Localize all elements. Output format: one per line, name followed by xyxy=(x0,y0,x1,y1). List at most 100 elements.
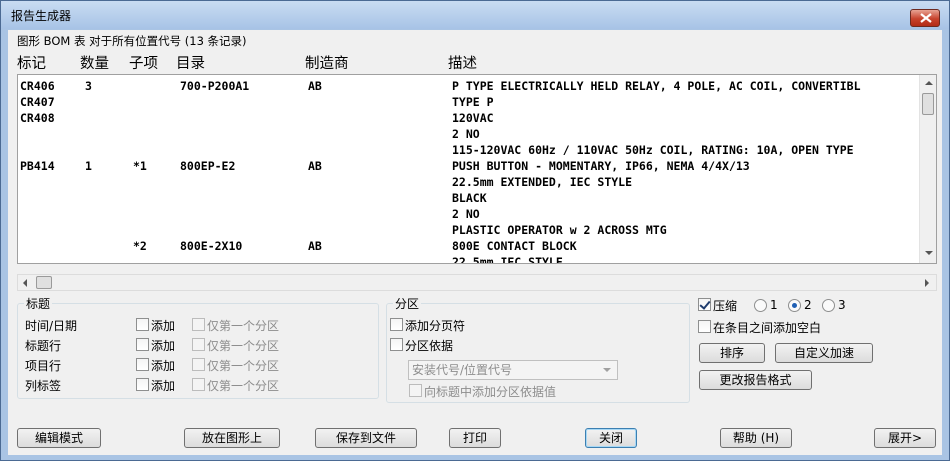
compress-radio-2-label[interactable]: 2 xyxy=(804,298,812,312)
cell-subitem: *2 xyxy=(133,239,147,253)
cell-tag: PB414 xyxy=(20,159,55,173)
list-row[interactable]: *2 800E-2X10 AB 800E CONTACT BLOCK xyxy=(18,239,918,255)
list-row[interactable]: PB414 1 *1 800EP-E2 AB PUSH BUTTON - MOMENTAR… xyxy=(18,159,918,175)
project-row-label: 项目行 xyxy=(25,359,62,373)
list-row[interactable]: 2 NO xyxy=(18,127,918,143)
cell-manufacturer: AB xyxy=(308,239,322,253)
cell-description: P TYPE ELECTRICALLY HELD RELAY, 4 POLE, … xyxy=(452,79,861,93)
close-button[interactable]: 关闭 xyxy=(585,428,637,448)
scroll-left-icon[interactable] xyxy=(23,279,27,287)
section-group-label: 分区 xyxy=(393,295,422,312)
edit-mode-button[interactable]: 编辑模式 xyxy=(17,428,101,448)
add-section-value-label: 向标题中添加分区依据值 xyxy=(424,385,557,399)
report-subtitle: 图形 BOM 表 对于所有位置代号 (13 条记录) xyxy=(17,34,247,48)
sort-button[interactable]: 排序 xyxy=(699,343,765,363)
datetime-label: 时间/日期 xyxy=(25,319,78,333)
cell-description: 2 NO xyxy=(452,127,480,141)
cell-catalog: 800EP-E2 xyxy=(180,159,236,173)
section-by-label[interactable]: 分区依据 xyxy=(405,337,453,354)
add-page-break-label[interactable]: 添加分页符 xyxy=(405,317,465,334)
list-row[interactable]: CR406 3 700-P200A1 AB P TYPE ELECTRICALLY HE… xyxy=(18,79,918,95)
cell-description: PLASTIC OPERATOR w 2 ACROSS MTG xyxy=(452,223,667,237)
add-page-break-checkbox[interactable] xyxy=(390,318,403,331)
scroll-down-icon[interactable] xyxy=(925,251,933,255)
title-bar[interactable]: 报告生成器 xyxy=(1,1,949,29)
project-row-first-only-checkbox[interactable] xyxy=(192,358,205,371)
column-header-catalog: 目录 xyxy=(176,56,205,72)
compress-radio-2[interactable] xyxy=(788,299,801,312)
datetime-add-label[interactable]: 添加 xyxy=(151,317,175,334)
column-header-manufacturer: 制造商 xyxy=(305,56,349,72)
cell-subitem: *1 xyxy=(133,159,147,173)
title-row-add-label[interactable]: 添加 xyxy=(151,337,175,354)
blank-line-checkbox[interactable] xyxy=(698,320,711,333)
close-window-button[interactable] xyxy=(910,9,940,27)
cell-description: 120VAC xyxy=(452,111,494,125)
compress-radio-3-label[interactable]: 3 xyxy=(838,298,846,312)
column-header-subitem: 子项 xyxy=(129,56,158,72)
blank-line-label[interactable]: 在条目之间添加空白 xyxy=(713,319,821,336)
column-label-add-label[interactable]: 添加 xyxy=(151,377,175,394)
window-title: 报告生成器 xyxy=(11,9,72,23)
cell-tag: CR408 xyxy=(20,111,55,125)
cell-tag: CR407 xyxy=(20,95,55,109)
vertical-scroll-thumb[interactable] xyxy=(922,93,934,115)
cell-qty: 1 xyxy=(85,159,92,173)
list-row[interactable]: CR408 120VAC xyxy=(18,111,918,127)
list-row[interactable]: 115-120VAC 60Hz / 110VAC 50Hz COIL, RATI… xyxy=(18,143,918,159)
place-on-drawing-button[interactable]: 放在图形上 xyxy=(184,428,280,448)
column-label-first-only-label: 仅第一个分区 xyxy=(207,379,280,393)
help-button[interactable]: 帮助 (H) xyxy=(720,428,792,448)
compress-radio-1-label[interactable]: 1 xyxy=(770,298,778,312)
compress-radio-3[interactable] xyxy=(822,299,835,312)
custom-speed-button[interactable]: 自定义加速 xyxy=(775,343,873,363)
print-button[interactable]: 打印 xyxy=(449,428,501,448)
save-to-file-button[interactable]: 保存到文件 xyxy=(315,428,417,448)
section-by-checkbox[interactable] xyxy=(390,338,403,351)
cell-description: 800E CONTACT BLOCK xyxy=(452,239,577,253)
section-by-combo-value: 安装代号/位置代号 xyxy=(412,363,513,377)
scroll-right-icon[interactable] xyxy=(925,279,929,287)
column-label-add-checkbox[interactable] xyxy=(136,378,149,391)
list-row[interactable]: 22.5mm IEC STYLE xyxy=(18,255,918,263)
cell-description: PUSH BUTTON - MOMENTARY, IP66, NEMA 4/4X… xyxy=(452,159,750,173)
horizontal-scrollbar[interactable] xyxy=(17,274,937,291)
add-section-value-checkbox[interactable] xyxy=(409,384,422,397)
datetime-first-only-label: 仅第一个分区 xyxy=(207,319,280,333)
column-label-label: 列标签 xyxy=(25,379,62,393)
list-row[interactable]: PLASTIC OPERATOR w 2 ACROSS MTG xyxy=(18,223,918,239)
column-header-qty: 数量 xyxy=(80,56,109,72)
dialog-client: 图形 BOM 表 对于所有位置代号 (13 条记录) 标记 数量 子项 目录 制… xyxy=(8,30,942,455)
list-row[interactable]: 22.5mm EXTENDED, IEC STYLE xyxy=(18,175,918,191)
bom-list[interactable]: CR406 3 700-P200A1 AB P TYPE ELECTRICALLY HE… xyxy=(17,74,937,264)
project-row-add-checkbox[interactable] xyxy=(136,358,149,371)
section-by-combo[interactable]: 安装代号/位置代号 xyxy=(408,360,618,380)
title-row-first-only-checkbox[interactable] xyxy=(192,338,205,351)
close-icon xyxy=(920,13,932,23)
cell-description: BLACK xyxy=(452,191,487,205)
vertical-scrollbar[interactable] xyxy=(919,75,936,263)
project-row-add-label[interactable]: 添加 xyxy=(151,357,175,374)
report-generator-window: 报告生成器 图形 BOM 表 对于所有位置代号 (13 条记录) 标记 数量 子… xyxy=(0,0,950,461)
compress-radio-1[interactable] xyxy=(754,299,767,312)
column-label-first-only-checkbox[interactable] xyxy=(192,378,205,391)
cell-catalog: 700-P200A1 xyxy=(180,79,250,93)
cell-description: 115-120VAC 60Hz / 110VAC 50Hz COIL, RATI… xyxy=(452,143,854,157)
title-row-add-checkbox[interactable] xyxy=(136,338,149,351)
horizontal-scroll-thumb[interactable] xyxy=(36,276,52,289)
scroll-up-icon[interactable] xyxy=(925,81,933,85)
list-row[interactable]: CR407 TYPE P xyxy=(18,95,918,111)
project-row-first-only-label: 仅第一个分区 xyxy=(207,359,280,373)
list-row[interactable]: BLACK xyxy=(18,191,918,207)
compress-checkbox[interactable] xyxy=(698,298,711,311)
datetime-first-only-checkbox[interactable] xyxy=(192,318,205,331)
datetime-add-checkbox[interactable] xyxy=(136,318,149,331)
compress-label[interactable]: 压缩 xyxy=(713,297,737,314)
column-header-description: 描述 xyxy=(448,56,477,72)
cell-description: 22.5mm EXTENDED, IEC STYLE xyxy=(452,175,633,189)
list-row[interactable]: 2 NO xyxy=(18,207,918,223)
chevron-down-icon xyxy=(603,368,611,372)
column-header-tag: 标记 xyxy=(17,56,46,72)
expand-button[interactable]: 展开> xyxy=(874,428,936,448)
change-report-format-button[interactable]: 更改报告格式 xyxy=(699,370,812,390)
